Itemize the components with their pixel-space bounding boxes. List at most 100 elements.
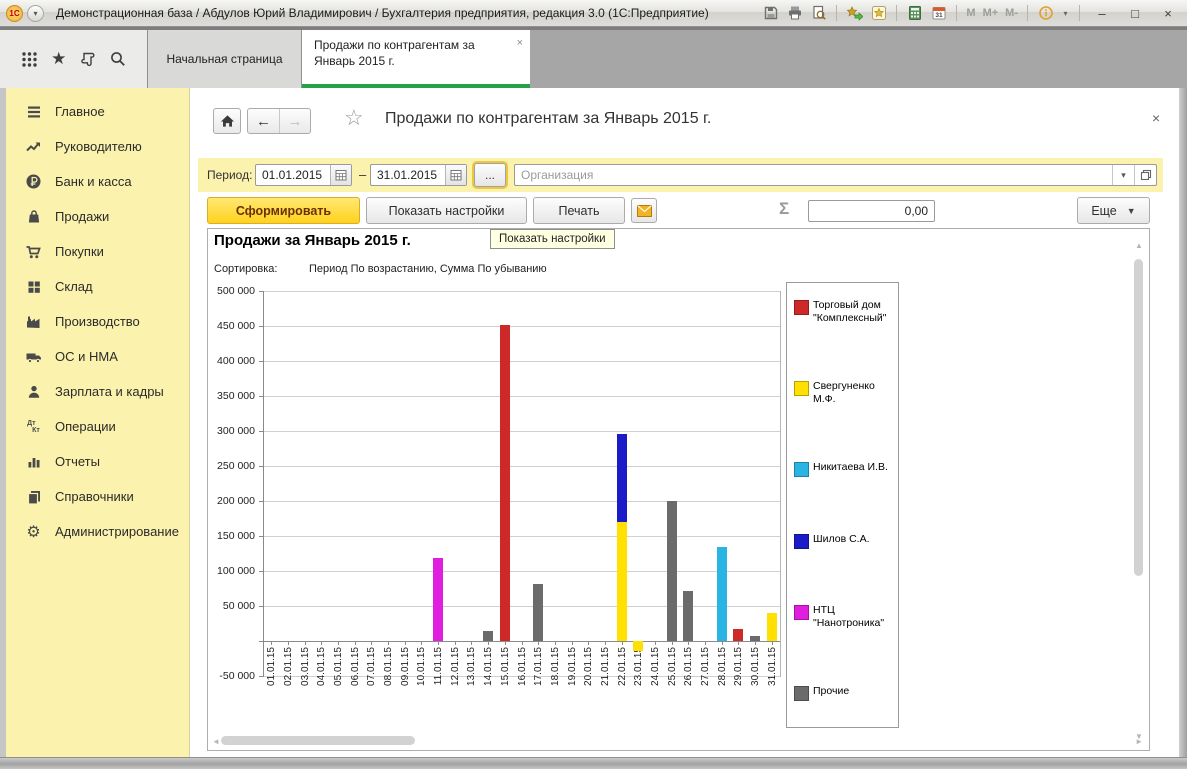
horizontal-scroll-thumb[interactable] bbox=[221, 736, 415, 745]
titlebar-separator bbox=[896, 5, 897, 21]
organization-field[interactable]: Организация ▾ bbox=[514, 164, 1157, 186]
period-from-field[interactable]: 01.01.2015 bbox=[255, 164, 352, 186]
sidebar-item-warehouse[interactable]: Склад bbox=[6, 269, 189, 304]
sidebar-item-fixed-assets[interactable]: ОС и НМА bbox=[6, 339, 189, 374]
open-form-icon[interactable] bbox=[1134, 165, 1156, 185]
favorites-icon[interactable] bbox=[870, 5, 887, 22]
bar-segment bbox=[617, 522, 627, 641]
add-favorite-icon[interactable] bbox=[846, 5, 863, 22]
favorites-star-icon[interactable]: ★ bbox=[49, 49, 69, 69]
search-icon[interactable] bbox=[108, 49, 128, 69]
maximize-button[interactable]: □ bbox=[1122, 4, 1148, 22]
books-icon bbox=[24, 487, 43, 506]
save-icon[interactable] bbox=[762, 5, 779, 22]
info-icon[interactable] bbox=[1037, 5, 1054, 22]
print-preview-icon[interactable] bbox=[810, 5, 827, 22]
tab-sales-report[interactable]: Продажи по контрагентам за Январь 2015 г… bbox=[302, 30, 530, 88]
sidebar-item-manager[interactable]: Руководителю bbox=[6, 129, 189, 164]
ruble-icon bbox=[24, 172, 43, 191]
period-options-button[interactable]: ... bbox=[474, 163, 506, 187]
person-icon bbox=[24, 382, 43, 401]
settings-tooltip: Показать настройки bbox=[490, 229, 615, 249]
generate-button[interactable]: Сформировать bbox=[207, 197, 360, 224]
history-icon[interactable] bbox=[78, 49, 98, 69]
x-axis-label: 20.01.15 bbox=[583, 647, 594, 686]
forward-button[interactable]: → bbox=[279, 109, 310, 133]
chevron-down-icon[interactable]: ▾ bbox=[1112, 165, 1134, 185]
mail-button[interactable] bbox=[631, 198, 657, 223]
sidebar-item-main[interactable]: Главное bbox=[6, 94, 189, 129]
scroll-up-icon[interactable]: ▲ bbox=[1135, 241, 1143, 250]
sidebar-item-administration[interactable]: ⚙ Администрирование bbox=[6, 514, 189, 549]
calendar-picker-icon[interactable] bbox=[445, 165, 466, 185]
sidebar-item-operations[interactable]: ДтКт Операции bbox=[6, 409, 189, 444]
sidebar-item-reports[interactable]: Отчеты bbox=[6, 444, 189, 479]
tab-sales-report-label: Продажи по контрагентам за Январь 2015 г… bbox=[314, 38, 475, 68]
titlebar: 1С ▾ Демонстрационная база / Абдулов Юри… bbox=[0, 0, 1187, 27]
x-axis-label: 12.01.15 bbox=[450, 647, 461, 686]
x-axis-label: 28.01.15 bbox=[717, 647, 728, 686]
home-button[interactable] bbox=[213, 108, 241, 134]
memory-subtract-button[interactable]: M- bbox=[1005, 7, 1018, 19]
period-to-field[interactable]: 31.01.2015 bbox=[370, 164, 467, 186]
bar-segment bbox=[733, 629, 743, 641]
print-button[interactable]: Печать bbox=[533, 197, 625, 224]
legend-label: Свергуненко М.Ф. bbox=[813, 380, 896, 406]
minimize-button[interactable]: – bbox=[1089, 4, 1115, 22]
legend-swatch bbox=[794, 686, 809, 701]
sidebar-item-sales[interactable]: Продажи bbox=[6, 199, 189, 234]
plot-right-border bbox=[780, 291, 781, 677]
barchart-icon bbox=[24, 452, 43, 471]
gridline bbox=[263, 396, 780, 397]
y-axis-label: 500 000 bbox=[208, 285, 255, 297]
more-button[interactable]: Еще ▼ bbox=[1077, 197, 1150, 224]
window-border-right bbox=[1179, 88, 1187, 757]
x-axis-label: 15.01.15 bbox=[500, 647, 511, 686]
x-axis-label: 04.01.15 bbox=[316, 647, 327, 686]
info-dropdown-icon[interactable]: ▾ bbox=[1061, 5, 1070, 22]
gridline bbox=[263, 466, 780, 467]
calculator-icon[interactable] bbox=[906, 5, 923, 22]
close-button[interactable]: × bbox=[1155, 4, 1181, 22]
back-button[interactable]: ← bbox=[248, 109, 279, 133]
sidebar-item-production[interactable]: Производство bbox=[6, 304, 189, 339]
page-close-icon[interactable]: × bbox=[1152, 110, 1160, 126]
show-settings-button[interactable]: Показать настройки bbox=[366, 197, 527, 224]
sidebar-item-purchases[interactable]: Покупки bbox=[6, 234, 189, 269]
x-axis-label: 08.01.15 bbox=[383, 647, 394, 686]
favorite-star-icon[interactable]: ☆ bbox=[344, 105, 364, 131]
memory-recall-button[interactable]: M bbox=[966, 7, 975, 19]
x-axis-label: 09.01.15 bbox=[400, 647, 411, 686]
x-axis-label: 02.01.15 bbox=[283, 647, 294, 686]
sidebar-item-directories[interactable]: Справочники bbox=[6, 479, 189, 514]
titlebar-separator bbox=[956, 5, 957, 21]
x-axis-label: 23.01.15 bbox=[633, 647, 644, 686]
sidebar-item-payroll[interactable]: Зарплата и кадры bbox=[6, 374, 189, 409]
y-axis-label: 350 000 bbox=[208, 390, 255, 402]
tab-home[interactable]: Начальная страница bbox=[148, 30, 302, 88]
bar-segment bbox=[717, 547, 727, 641]
memory-add-button[interactable]: M+ bbox=[983, 7, 999, 19]
x-axis-label: 06.01.15 bbox=[350, 647, 361, 686]
scroll-left-icon[interactable]: ◄ bbox=[212, 737, 220, 746]
sum-field[interactable]: 0,00 bbox=[808, 200, 935, 222]
vertical-scroll-thumb[interactable] bbox=[1134, 259, 1143, 576]
legend-item: Торговый дом "Комплексный" bbox=[794, 299, 896, 325]
dtkt-icon: ДтКт bbox=[24, 417, 43, 436]
legend-label: Прочие bbox=[813, 685, 849, 698]
y-axis-label: 400 000 bbox=[208, 355, 255, 367]
calendar-picker-icon[interactable] bbox=[330, 165, 351, 185]
scroll-right-icon[interactable]: ► bbox=[1135, 737, 1143, 746]
tab-home-label: Начальная страница bbox=[166, 52, 282, 66]
legend-label: НТЦ "Нанотроника" bbox=[813, 604, 896, 630]
print-icon[interactable] bbox=[786, 5, 803, 22]
system-menu-button[interactable]: ▾ bbox=[27, 5, 44, 22]
menu-icon bbox=[24, 102, 43, 121]
menu-grid-icon[interactable] bbox=[19, 49, 39, 69]
gridline bbox=[263, 361, 780, 362]
sidebar-item-bank[interactable]: Банк и касса bbox=[6, 164, 189, 199]
calendar-icon[interactable]: 31 bbox=[930, 5, 947, 22]
sum-symbol: Σ bbox=[779, 199, 789, 219]
tab-close-icon[interactable]: × bbox=[517, 35, 523, 51]
nav-buttons: ← → bbox=[247, 108, 311, 134]
